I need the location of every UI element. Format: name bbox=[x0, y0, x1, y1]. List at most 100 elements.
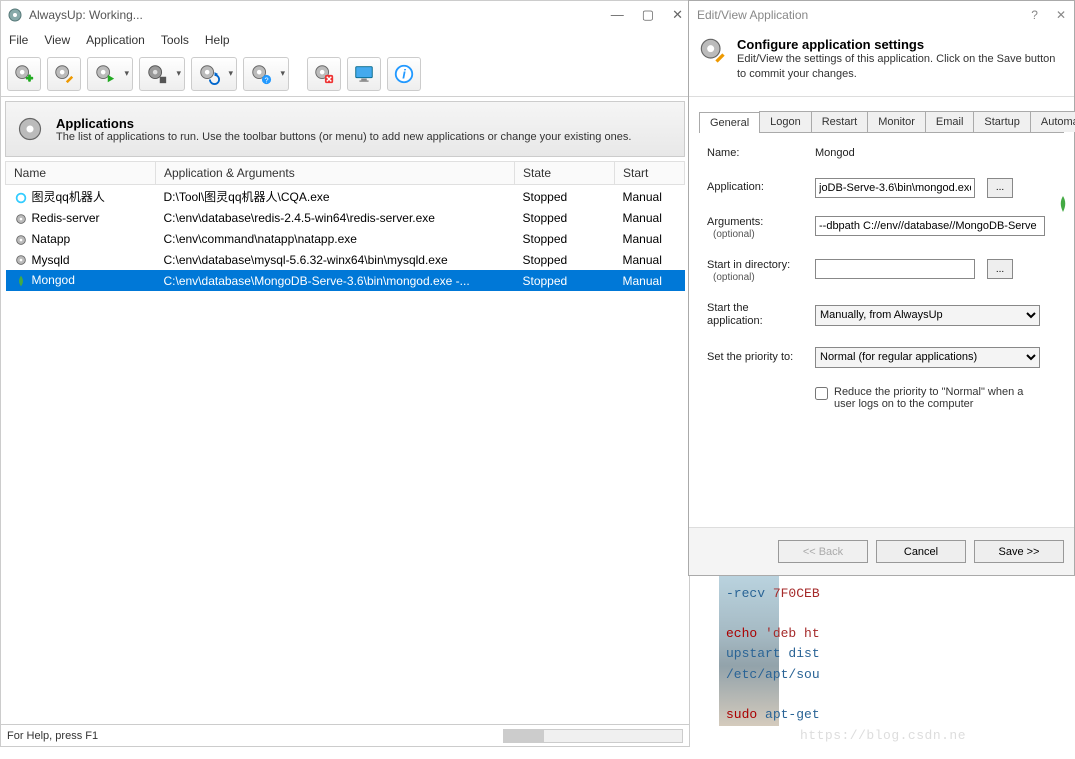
toolbar-add-button[interactable] bbox=[7, 57, 41, 91]
menu-file[interactable]: File bbox=[9, 33, 28, 47]
arguments-input[interactable] bbox=[815, 216, 1045, 236]
toolbar-edit-button[interactable] bbox=[47, 57, 81, 91]
toolbar-info-button[interactable]: i bbox=[387, 57, 421, 91]
statusbar: For Help, press F1 bbox=[1, 724, 689, 746]
menu-view[interactable]: View bbox=[44, 33, 70, 47]
toolbar-start-button[interactable] bbox=[87, 57, 133, 91]
tab-restart[interactable]: Restart bbox=[811, 111, 868, 132]
startin-sub: (optional) bbox=[707, 272, 807, 284]
row-icon bbox=[14, 253, 28, 267]
toolbar-stop-button[interactable] bbox=[139, 57, 185, 91]
application-input[interactable] bbox=[815, 178, 975, 198]
applications-table: Name Application & Arguments State Start… bbox=[5, 161, 685, 291]
startin-input[interactable] bbox=[815, 259, 975, 279]
toolbar-report-button[interactable]: ? bbox=[243, 57, 289, 91]
table-row[interactable]: NatappC:\env\command\natapp\natapp.exeSt… bbox=[6, 229, 685, 250]
dialog-tabs: General Logon Restart Monitor Email Star… bbox=[699, 111, 1064, 133]
horizontal-scrollbar[interactable] bbox=[503, 729, 683, 743]
reduce-priority-label: Reduce the priority to "Normal" when a u… bbox=[834, 386, 1044, 410]
tab-general[interactable]: General bbox=[699, 112, 760, 133]
toolbar-delete-button[interactable] bbox=[307, 57, 341, 91]
priority-select[interactable]: Normal (for regular applications) bbox=[815, 347, 1040, 368]
table-row[interactable]: MysqldC:\env\database\mysql-5.6.32-winx6… bbox=[6, 250, 685, 271]
monitor-icon bbox=[353, 63, 375, 85]
row-icon bbox=[14, 274, 28, 288]
arguments-sub: (optional) bbox=[707, 229, 807, 241]
save-button[interactable]: Save >> bbox=[974, 540, 1064, 563]
dialog-footer: << Back Cancel Save >> bbox=[689, 527, 1074, 575]
startin-label: Start in directory: bbox=[707, 259, 807, 272]
arguments-label: Arguments: bbox=[707, 216, 807, 229]
gear-question-icon: ? bbox=[250, 63, 272, 85]
window-title: AlwaysUp: Working... bbox=[29, 8, 143, 22]
window-controls: — ▢ ✕ bbox=[611, 7, 683, 23]
row-icon bbox=[14, 191, 28, 205]
col-app[interactable]: Application & Arguments bbox=[156, 162, 515, 185]
tab-logon[interactable]: Logon bbox=[759, 111, 812, 132]
application-browse-button[interactable]: ... bbox=[987, 178, 1013, 198]
gear-add-icon bbox=[13, 63, 35, 85]
tab-monitor[interactable]: Monitor bbox=[867, 111, 926, 132]
dialog-header: Configure application settings Edit/View… bbox=[689, 29, 1074, 97]
cancel-button[interactable]: Cancel bbox=[876, 540, 966, 563]
svg-text:?: ? bbox=[264, 75, 268, 84]
gear-restart-icon bbox=[198, 63, 220, 85]
menubar: File View Application Tools Help bbox=[1, 29, 689, 51]
name-value: Mongod bbox=[815, 147, 1056, 159]
dialog-help-button[interactable]: ? bbox=[1031, 8, 1038, 22]
toolbar: ? i bbox=[1, 51, 689, 97]
gear-play-icon bbox=[94, 63, 116, 85]
toolbar-restart-button[interactable] bbox=[191, 57, 237, 91]
titlebar: AlwaysUp: Working... — ▢ ✕ bbox=[1, 1, 689, 29]
reduce-priority-checkbox[interactable] bbox=[815, 387, 828, 400]
table-row[interactable]: 图灵qq机器人D:\Tool\图灵qq机器人\CQA.exeStoppedMan… bbox=[6, 185, 685, 209]
name-label: Name: bbox=[707, 147, 807, 160]
starttype-select[interactable]: Manually, from AlwaysUp bbox=[815, 305, 1040, 326]
alwaysup-main-window: AlwaysUp: Working... — ▢ ✕ File View App… bbox=[0, 0, 690, 747]
background-terminal: -recv 7F0CEB echo 'deb ht upstart dist /… bbox=[720, 576, 1075, 759]
gear-edit-icon bbox=[699, 37, 727, 65]
application-label: Application: bbox=[707, 181, 807, 194]
menu-help[interactable]: Help bbox=[205, 33, 230, 47]
info-icon: i bbox=[393, 63, 415, 85]
gear-delete-icon bbox=[313, 63, 335, 85]
tab-email[interactable]: Email bbox=[925, 111, 975, 132]
applications-desc: The list of applications to run. Use the… bbox=[56, 131, 631, 143]
applications-table-wrap: Name Application & Arguments State Start… bbox=[1, 161, 689, 724]
dialog-head-desc: Edit/View the settings of this applicati… bbox=[737, 52, 1064, 82]
edit-application-dialog: Edit/View Application ? ✕ Configure appl… bbox=[688, 0, 1075, 576]
menu-application[interactable]: Application bbox=[86, 33, 145, 47]
gear-icon bbox=[16, 115, 44, 143]
dialog-head-title: Configure application settings bbox=[737, 37, 1064, 52]
applications-title: Applications bbox=[56, 116, 631, 131]
dialog-close-button[interactable]: ✕ bbox=[1056, 8, 1066, 22]
priority-label: Set the priority to: bbox=[707, 351, 807, 364]
mongodb-icon bbox=[1058, 196, 1068, 212]
gear-stop-icon bbox=[146, 63, 168, 85]
minimize-button[interactable]: — bbox=[611, 7, 624, 23]
row-icon bbox=[14, 233, 28, 247]
startin-browse-button[interactable]: ... bbox=[987, 259, 1013, 279]
col-state[interactable]: State bbox=[515, 162, 615, 185]
maximize-button[interactable]: ▢ bbox=[642, 7, 654, 23]
app-icon bbox=[7, 7, 23, 23]
col-start[interactable]: Start bbox=[615, 162, 685, 185]
gear-edit-icon bbox=[53, 63, 75, 85]
applications-header: Applications The list of applications to… bbox=[5, 101, 685, 157]
dialog-title: Edit/View Application bbox=[697, 8, 808, 22]
back-button[interactable]: << Back bbox=[778, 540, 868, 563]
menu-tools[interactable]: Tools bbox=[161, 33, 189, 47]
general-form: Name: Mongod Application: ... Arguments:… bbox=[689, 133, 1074, 424]
tab-startup[interactable]: Startup bbox=[973, 111, 1030, 132]
toolbar-session-button[interactable] bbox=[347, 57, 381, 91]
row-icon bbox=[14, 212, 28, 226]
table-row[interactable]: Redis-serverC:\env\database\redis-2.4.5-… bbox=[6, 208, 685, 229]
col-name[interactable]: Name bbox=[6, 162, 156, 185]
table-row[interactable]: MongodC:\env\database\MongoDB-Serve-3.6\… bbox=[6, 270, 685, 291]
close-button[interactable]: ✕ bbox=[672, 7, 683, 23]
starttype-label: Start the application: bbox=[707, 302, 807, 328]
status-text: For Help, press F1 bbox=[7, 730, 98, 742]
dialog-titlebar: Edit/View Application ? ✕ bbox=[689, 1, 1074, 29]
svg-text:i: i bbox=[402, 66, 406, 81]
tab-automate[interactable]: Automate bbox=[1030, 111, 1075, 132]
